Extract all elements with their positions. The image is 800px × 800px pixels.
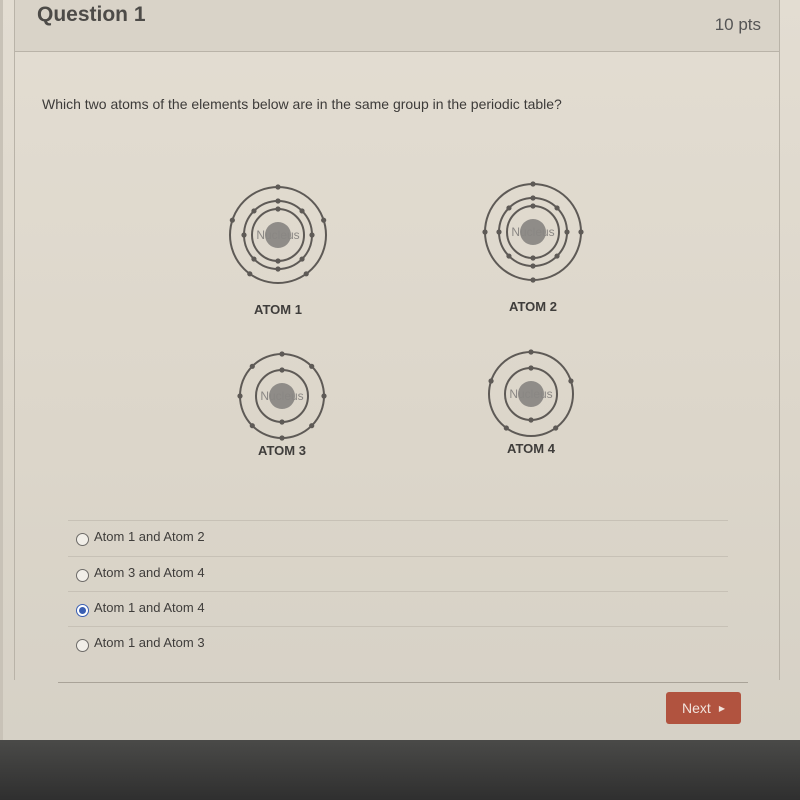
electron — [506, 253, 512, 259]
next-label: Next — [682, 700, 711, 716]
electron — [279, 367, 285, 373]
electron — [241, 232, 247, 238]
question-title: Question 1 — [37, 3, 146, 26]
electron — [279, 435, 285, 441]
nucleus-label: Nucleus — [509, 387, 552, 401]
electron — [299, 208, 305, 214]
electron — [249, 363, 255, 369]
atom-diagram: NucleusATOM 1NucleusATOM 2NucleusATOM 3N… — [229, 181, 584, 458]
electron — [309, 232, 315, 238]
electron — [530, 203, 536, 209]
question-text: Which two atoms of the elements below ar… — [42, 96, 562, 112]
atom-2: Nucleus ATOM 2 — [482, 181, 584, 314]
electron — [578, 229, 584, 235]
electron — [237, 393, 243, 399]
electron — [530, 195, 536, 201]
atom-1: Nucleus ATOM 1 — [229, 184, 327, 317]
electron — [275, 206, 281, 212]
play-triangle-icon: ▶ — [718, 703, 725, 713]
electron — [554, 253, 560, 259]
electron — [309, 423, 315, 429]
electron — [496, 229, 502, 235]
electron — [554, 205, 560, 211]
electron — [279, 351, 285, 357]
answer-option[interactable]: Atom 3 and Atom 4 — [68, 556, 728, 591]
electron — [488, 378, 494, 384]
window-edge — [0, 0, 3, 740]
electron — [564, 229, 570, 235]
electron — [482, 229, 488, 235]
answer-label: Atom 1 and Atom 3 — [94, 635, 205, 650]
atom-4: Nucleus ATOM 4 — [488, 349, 574, 456]
electron — [275, 198, 281, 204]
electron — [528, 365, 534, 371]
electron — [530, 263, 536, 269]
electron — [553, 425, 559, 431]
answer-option[interactable]: Atom 1 and Atom 4 — [68, 591, 728, 626]
question-header: Question 1 10 pts — [14, 0, 780, 52]
electron — [321, 393, 327, 399]
electron — [251, 256, 257, 262]
electron — [247, 271, 253, 277]
answer-label: Atom 1 and Atom 2 — [94, 529, 205, 544]
radio-button[interactable] — [76, 639, 89, 652]
electron — [275, 184, 281, 190]
screen-bezel — [0, 740, 800, 800]
answer-label: Atom 1 and Atom 4 — [94, 600, 205, 615]
electron — [249, 423, 255, 429]
electron — [503, 425, 509, 431]
electron — [275, 266, 281, 272]
atom-label: ATOM 1 — [254, 302, 302, 317]
nucleus-label: Nucleus — [511, 225, 554, 239]
radio-button[interactable] — [76, 533, 89, 546]
atom-label: ATOM 4 — [507, 441, 556, 456]
atom-3: Nucleus ATOM 3 — [237, 351, 327, 458]
answer-option[interactable]: Atom 1 and Atom 2 — [68, 520, 728, 555]
electron — [321, 217, 327, 223]
nucleus-label: Nucleus — [260, 389, 303, 403]
electron — [530, 255, 536, 261]
electron — [303, 271, 309, 277]
electron — [530, 277, 536, 283]
answer-label: Atom 3 and Atom 4 — [94, 565, 205, 580]
electron — [251, 208, 257, 214]
electron — [528, 349, 534, 355]
next-button[interactable]: Next ▶ — [666, 692, 741, 724]
radio-button[interactable] — [76, 569, 89, 582]
electron — [309, 363, 315, 369]
electron — [299, 256, 305, 262]
nucleus-label: Nucleus — [256, 228, 299, 242]
electron — [279, 419, 285, 425]
electron — [275, 258, 281, 264]
answer-list: Atom 1 and Atom 2 Atom 3 and Atom 4 Atom… — [58, 514, 748, 683]
electron — [528, 417, 534, 423]
radio-button[interactable] — [76, 604, 89, 617]
atom-label: ATOM 3 — [258, 443, 306, 458]
question-points: 10 pts — [714, 15, 761, 34]
quiz-page: Question 1 10 pts Which two atoms of the… — [0, 0, 800, 740]
electron — [506, 205, 512, 211]
electron — [568, 378, 574, 384]
answer-option[interactable]: Atom 1 and Atom 3 — [68, 626, 728, 661]
electron — [530, 181, 536, 187]
atom-label: ATOM 2 — [509, 299, 557, 314]
electron — [229, 217, 235, 223]
